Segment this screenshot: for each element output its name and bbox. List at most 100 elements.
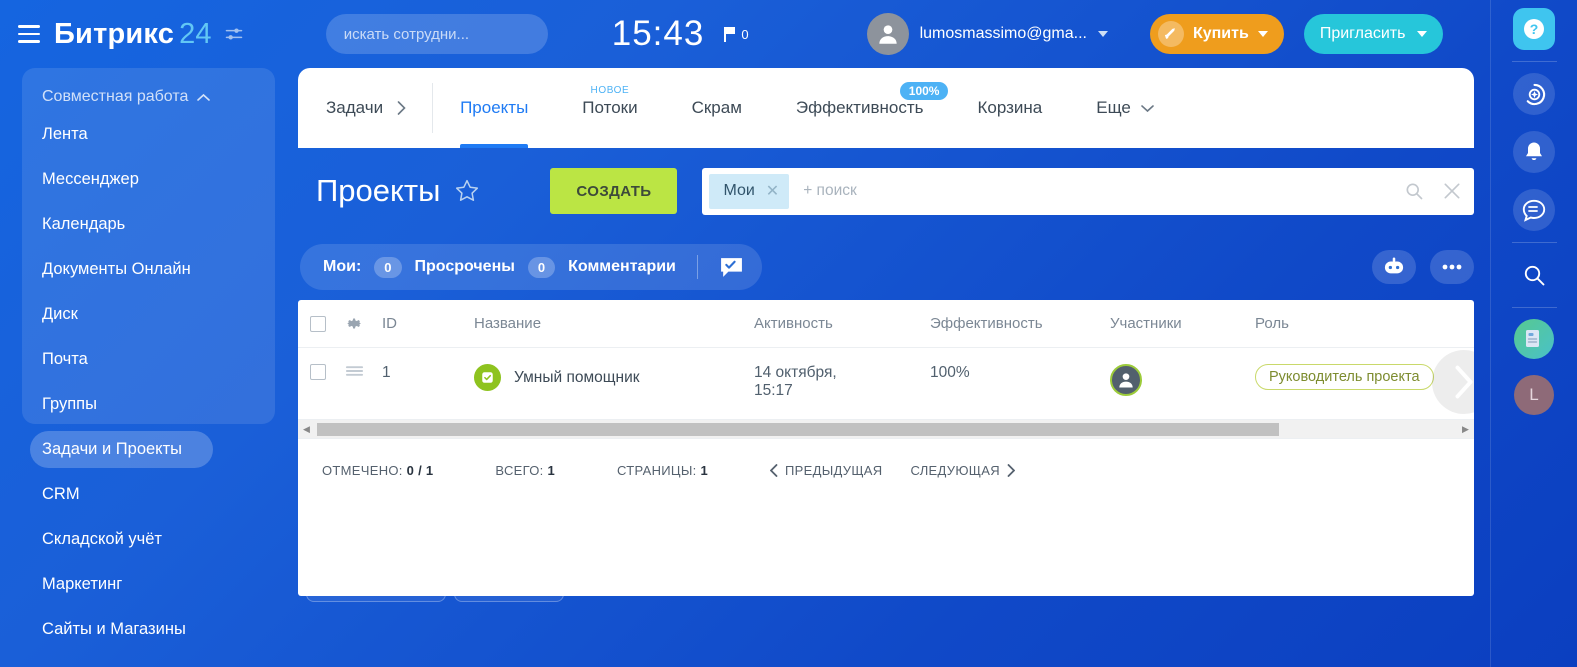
- tab-more[interactable]: Еще: [1069, 68, 1181, 148]
- sidebar-item-disk[interactable]: Диск: [0, 292, 275, 337]
- sidebar-item-groups[interactable]: Группы: [0, 382, 275, 427]
- clear-filter-icon[interactable]: [1442, 181, 1462, 201]
- favorite-star-icon[interactable]: [454, 178, 480, 204]
- tab-badge-new: НОВОЕ: [590, 85, 630, 96]
- chat-button[interactable]: [1513, 189, 1555, 231]
- row-name-cell[interactable]: Умный помощник: [474, 364, 754, 391]
- user-menu[interactable]: lumosmassimo@gma...: [866, 13, 1108, 55]
- tab-trash[interactable]: Корзина: [950, 68, 1069, 148]
- marked-label: ОТМЕЧЕНО:: [322, 462, 403, 478]
- participant-avatar[interactable]: [1110, 364, 1142, 396]
- close-icon[interactable]: ✕: [766, 181, 779, 201]
- tab-efficiency[interactable]: 100% Эффективность: [769, 68, 951, 148]
- invite-button[interactable]: Пригласить: [1303, 14, 1444, 54]
- rail-search-button[interactable]: [1513, 254, 1555, 296]
- sidebar-list: Совместная работа Лента Мессенджер Кален…: [0, 68, 275, 652]
- more-actions-button[interactable]: [1430, 250, 1474, 284]
- tab-projects[interactable]: Проекты: [433, 68, 555, 148]
- question-icon: ?: [1524, 19, 1544, 39]
- chevron-right-icon: [1455, 365, 1473, 399]
- user-name: lumosmassimo@gma...: [919, 25, 1087, 42]
- user-initial-avatar[interactable]: L: [1514, 375, 1554, 415]
- column-header-efficiency[interactable]: Эффективность: [930, 315, 1110, 332]
- sidebar-item-crm[interactable]: CRM: [0, 472, 275, 517]
- search-icon[interactable]: [1404, 181, 1424, 201]
- help-button[interactable]: ?: [1513, 8, 1555, 50]
- copilot-icon: [1526, 83, 1545, 105]
- filter-placeholder[interactable]: + поиск: [803, 182, 857, 200]
- brand-logo[interactable]: Битрикс 24: [54, 18, 212, 51]
- tab-scrum[interactable]: Скрам: [665, 68, 769, 148]
- chevron-left-icon: [770, 463, 778, 477]
- sidebar-item-mail[interactable]: Почта: [0, 337, 275, 382]
- sidebar-item-sites-and-shops[interactable]: Сайты и Магазины: [0, 607, 275, 652]
- scrollbar-track[interactable]: [315, 422, 1457, 436]
- create-button[interactable]: СОЗДАТЬ: [550, 168, 678, 214]
- person-icon: [1119, 373, 1133, 388]
- hamburger-menu-icon[interactable]: [12, 17, 46, 51]
- sidebar-item-documents-online[interactable]: Документы Онлайн: [0, 247, 275, 292]
- search-icon: [1524, 265, 1545, 286]
- brand-name: Битрикс: [54, 17, 175, 50]
- overdue-link[interactable]: Просрочены: [415, 258, 515, 276]
- gear-icon[interactable]: [346, 315, 363, 332]
- table-row[interactable]: 1 Умный помощник 14 октября, 15:17 100%: [298, 348, 1474, 420]
- robot-button[interactable]: [1372, 250, 1416, 284]
- tab-flows[interactable]: НОВОЕ Потоки: [555, 68, 664, 148]
- documents-button[interactable]: [1514, 319, 1554, 359]
- drag-handle-icon[interactable]: [345, 364, 364, 378]
- column-header-name[interactable]: Название: [474, 315, 754, 332]
- scroll-left-arrow[interactable]: ◀: [298, 424, 315, 435]
- sidebar-item-label: Диск: [42, 305, 78, 323]
- sidebar-group-label: Совместная работа: [42, 88, 189, 105]
- row-checkbox[interactable]: [310, 364, 326, 380]
- column-header-participants[interactable]: Участники: [1110, 315, 1255, 332]
- header-search[interactable]: [325, 14, 548, 54]
- filter-chip-label: Мои: [723, 182, 755, 199]
- sidebar-item-calendar[interactable]: Календарь: [0, 202, 275, 247]
- tab-tasks-root[interactable]: Задачи: [298, 68, 432, 148]
- sidebar-item-messenger[interactable]: Мессенджер: [0, 157, 275, 202]
- scrollbar-thumb[interactable]: [317, 422, 1279, 436]
- bottom-placeholder-right[interactable]: [454, 572, 564, 602]
- sidebar-item-warehouse[interactable]: Складской учёт: [0, 517, 275, 562]
- clock[interactable]: 15:43: [612, 14, 705, 54]
- filter-bar[interactable]: Мои ✕ + поиск: [702, 167, 1474, 215]
- person-icon: [878, 25, 897, 44]
- counters-panel: Мои: 0 Просрочены 0 Комментарии: [300, 244, 762, 290]
- sidebar-item-label: Сайты и Магазины: [42, 620, 186, 638]
- flag-icon: [724, 26, 736, 42]
- horizontal-scrollbar[interactable]: ◀ ▶: [298, 420, 1474, 439]
- divider: [1511, 307, 1557, 308]
- row-participants-cell[interactable]: [1110, 364, 1255, 396]
- select-all-checkbox[interactable]: [310, 315, 326, 332]
- search-input[interactable]: [343, 25, 543, 43]
- scroll-right-arrow[interactable]: ▶: [1457, 424, 1474, 435]
- sidebar-item-marketing[interactable]: Маркетинг: [0, 562, 275, 607]
- top-header: Битрикс24 15:43 0: [0, 0, 1577, 68]
- avatar: [866, 13, 909, 55]
- sliders-icon[interactable]: [224, 24, 244, 44]
- marked-value: 0 / 1: [406, 462, 434, 478]
- column-header-role[interactable]: Роль: [1255, 315, 1474, 332]
- column-header-id[interactable]: ID: [374, 315, 474, 332]
- sidebar-group-collab[interactable]: Совместная работа: [0, 82, 275, 112]
- row-open-arrow-button[interactable]: [1432, 350, 1474, 414]
- flag-counter[interactable]: 0: [724, 26, 749, 42]
- comments-link[interactable]: Комментарии: [568, 258, 676, 276]
- next-page-button[interactable]: СЛЕДУЮЩАЯ: [910, 462, 1015, 478]
- buy-button[interactable]: Купить: [1149, 14, 1284, 54]
- divider: [1511, 61, 1557, 62]
- sidebar-item-tasks-and-projects[interactable]: Задачи и Проекты: [0, 427, 275, 472]
- invite-label: Пригласить: [1319, 25, 1406, 42]
- prev-page-button[interactable]: ПРЕДЫДУЩАЯ: [770, 463, 882, 478]
- chat-check-icon[interactable]: [719, 256, 744, 279]
- next-page-label: СЛЕДУЮЩАЯ: [910, 462, 1000, 478]
- sidebar-item-lenta[interactable]: Лента: [0, 112, 275, 157]
- filter-chip-my[interactable]: Мои ✕: [709, 173, 790, 209]
- bottom-placeholder-left[interactable]: [306, 572, 446, 602]
- copilot-button[interactable]: [1513, 73, 1555, 115]
- notifications-button[interactable]: [1513, 131, 1555, 173]
- column-header-activity[interactable]: Активность: [754, 315, 930, 332]
- tab-label: Скрам: [691, 98, 742, 117]
